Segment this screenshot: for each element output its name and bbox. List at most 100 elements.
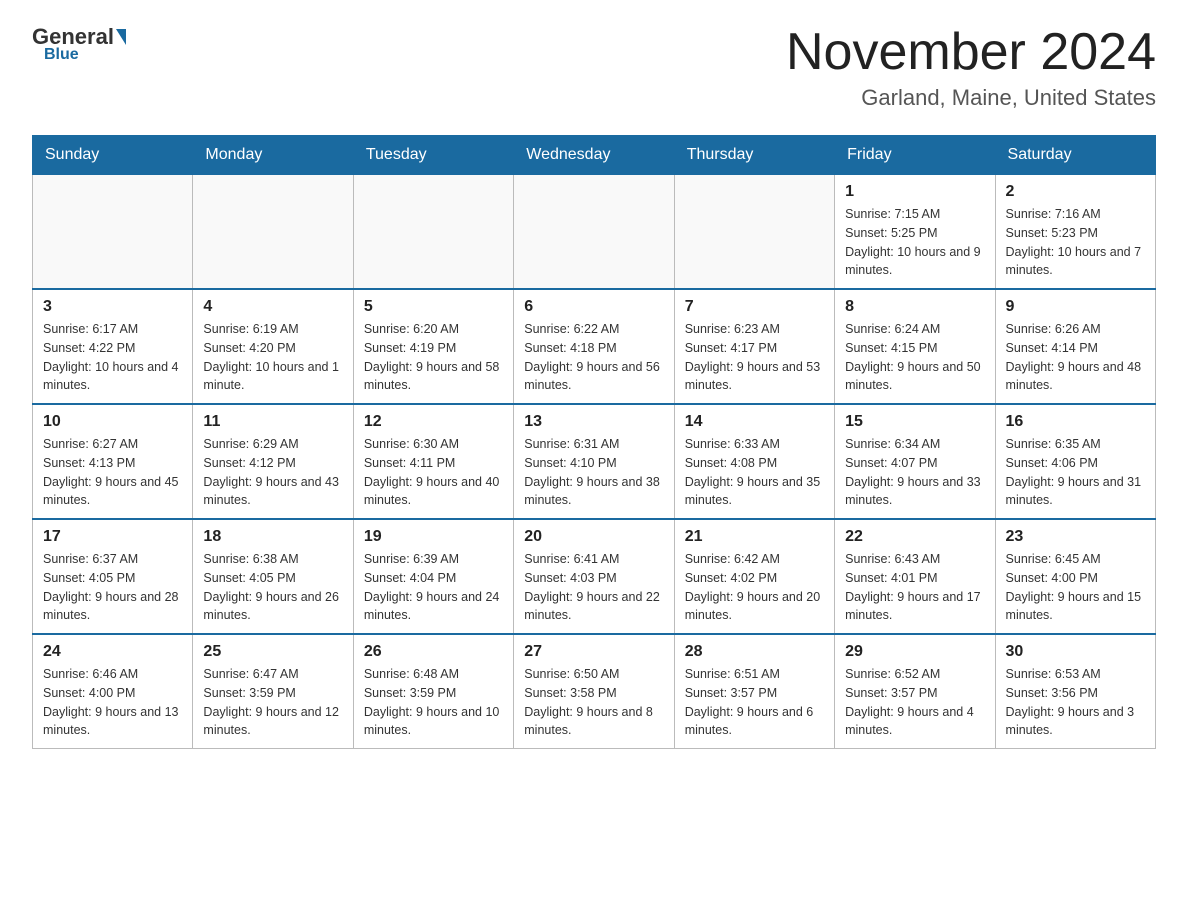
calendar-header-wednesday: Wednesday — [514, 136, 674, 175]
calendar-header-thursday: Thursday — [674, 136, 834, 175]
calendar-cell: 3 Sunrise: 6:17 AMSunset: 4:22 PMDaylight… — [33, 289, 193, 404]
day-number: 22 — [845, 528, 984, 546]
logo: General Blue — [32, 24, 128, 64]
calendar-cell: 18 Sunrise: 6:38 AMSunset: 4:05 PMDayligh… — [193, 519, 353, 634]
day-info: Sunrise: 6:17 AMSunset: 4:22 PMDaylight:… — [43, 320, 182, 395]
calendar-cell: 7 Sunrise: 6:23 AMSunset: 4:17 PMDaylight… — [674, 289, 834, 404]
calendar-cell — [353, 175, 513, 290]
day-info: Sunrise: 6:42 AMSunset: 4:02 PMDaylight:… — [685, 550, 824, 625]
day-number: 15 — [845, 413, 984, 431]
day-info: Sunrise: 6:51 AMSunset: 3:57 PMDaylight:… — [685, 665, 824, 740]
day-number: 7 — [685, 298, 824, 316]
calendar-cell: 22 Sunrise: 6:43 AMSunset: 4:01 PMDayligh… — [835, 519, 995, 634]
day-number: 20 — [524, 528, 663, 546]
calendar-cell: 21 Sunrise: 6:42 AMSunset: 4:02 PMDayligh… — [674, 519, 834, 634]
day-number: 5 — [364, 298, 503, 316]
day-number: 12 — [364, 413, 503, 431]
day-number: 28 — [685, 643, 824, 661]
logo-arrow-icon — [116, 29, 126, 45]
calendar-cell: 5 Sunrise: 6:20 AMSunset: 4:19 PMDaylight… — [353, 289, 513, 404]
calendar-cell — [514, 175, 674, 290]
calendar-cell: 14Sunrise: 6:33 AMSunset: 4:08 PMDayligh… — [674, 404, 834, 519]
day-number: 9 — [1006, 298, 1145, 316]
calendar-cell: 30 Sunrise: 6:53 AMSunset: 3:56 PMDayligh… — [995, 634, 1155, 749]
day-info: Sunrise: 6:31 AMSunset: 4:10 PMDaylight:… — [524, 435, 663, 510]
calendar-cell: 28 Sunrise: 6:51 AMSunset: 3:57 PMDayligh… — [674, 634, 834, 749]
day-number: 26 — [364, 643, 503, 661]
day-number: 21 — [685, 528, 824, 546]
day-info: Sunrise: 6:48 AMSunset: 3:59 PMDaylight:… — [364, 665, 503, 740]
day-info: Sunrise: 6:38 AMSunset: 4:05 PMDaylight:… — [203, 550, 342, 625]
calendar-cell: 29 Sunrise: 6:52 AMSunset: 3:57 PMDayligh… — [835, 634, 995, 749]
calendar-cell: 13 Sunrise: 6:31 AMSunset: 4:10 PMDayligh… — [514, 404, 674, 519]
calendar-cell: 4 Sunrise: 6:19 AMSunset: 4:20 PMDaylight… — [193, 289, 353, 404]
day-number: 25 — [203, 643, 342, 661]
day-info: Sunrise: 6:35 AMSunset: 4:06 PMDaylight:… — [1006, 435, 1145, 510]
day-number: 23 — [1006, 528, 1145, 546]
month-title: November 2024 — [786, 24, 1156, 81]
day-number: 4 — [203, 298, 342, 316]
day-info: Sunrise: 6:43 AMSunset: 4:01 PMDaylight:… — [845, 550, 984, 625]
day-info: Sunrise: 7:16 AMSunset: 5:23 PMDaylight:… — [1006, 205, 1145, 280]
day-info: Sunrise: 6:45 AMSunset: 4:00 PMDaylight:… — [1006, 550, 1145, 625]
day-number: 29 — [845, 643, 984, 661]
day-info: Sunrise: 6:34 AMSunset: 4:07 PMDaylight:… — [845, 435, 984, 510]
calendar-cell: 11 Sunrise: 6:29 AMSunset: 4:12 PMDayligh… — [193, 404, 353, 519]
calendar-header-tuesday: Tuesday — [353, 136, 513, 175]
calendar-cell: 27 Sunrise: 6:50 AMSunset: 3:58 PMDayligh… — [514, 634, 674, 749]
day-info: Sunrise: 6:23 AMSunset: 4:17 PMDaylight:… — [685, 320, 824, 395]
day-info: Sunrise: 6:29 AMSunset: 4:12 PMDaylight:… — [203, 435, 342, 510]
day-number: 30 — [1006, 643, 1145, 661]
day-number: 17 — [43, 528, 182, 546]
calendar-cell: 17 Sunrise: 6:37 AMSunset: 4:05 PMDayligh… — [33, 519, 193, 634]
day-number: 2 — [1006, 183, 1145, 201]
day-number: 18 — [203, 528, 342, 546]
day-info: Sunrise: 6:50 AMSunset: 3:58 PMDaylight:… — [524, 665, 663, 740]
day-number: 16 — [1006, 413, 1145, 431]
calendar-cell: 9 Sunrise: 6:26 AMSunset: 4:14 PMDaylight… — [995, 289, 1155, 404]
day-info: Sunrise: 6:46 AMSunset: 4:00 PMDaylight:… — [43, 665, 182, 740]
day-info: Sunrise: 6:39 AMSunset: 4:04 PMDaylight:… — [364, 550, 503, 625]
day-number: 24 — [43, 643, 182, 661]
calendar-header-saturday: Saturday — [995, 136, 1155, 175]
day-info: Sunrise: 6:27 AMSunset: 4:13 PMDaylight:… — [43, 435, 182, 510]
calendar-cell: 15 Sunrise: 6:34 AMSunset: 4:07 PMDayligh… — [835, 404, 995, 519]
header: General Blue November 2024 Garland, Main… — [32, 24, 1156, 111]
day-number: 13 — [524, 413, 663, 431]
day-info: Sunrise: 7:15 AMSunset: 5:25 PMDaylight:… — [845, 205, 984, 280]
calendar-cell: 19 Sunrise: 6:39 AMSunset: 4:04 PMDayligh… — [353, 519, 513, 634]
calendar-header-row: SundayMondayTuesdayWednesdayThursdayFrid… — [33, 136, 1156, 175]
day-number: 11 — [203, 413, 342, 431]
day-info: Sunrise: 6:30 AMSunset: 4:11 PMDaylight:… — [364, 435, 503, 510]
calendar-cell: 8Sunrise: 6:24 AMSunset: 4:15 PMDaylight… — [835, 289, 995, 404]
day-info: Sunrise: 6:47 AMSunset: 3:59 PMDaylight:… — [203, 665, 342, 740]
calendar-cell: 1Sunrise: 7:15 AMSunset: 5:25 PMDaylight… — [835, 175, 995, 290]
calendar-cell: 10 Sunrise: 6:27 AMSunset: 4:13 PMDayligh… — [33, 404, 193, 519]
calendar-cell: 24 Sunrise: 6:46 AMSunset: 4:00 PMDayligh… — [33, 634, 193, 749]
day-number: 3 — [43, 298, 182, 316]
day-info: Sunrise: 6:53 AMSunset: 3:56 PMDaylight:… — [1006, 665, 1145, 740]
day-info: Sunrise: 6:20 AMSunset: 4:19 PMDaylight:… — [364, 320, 503, 395]
day-number: 8 — [845, 298, 984, 316]
calendar-cell: 25 Sunrise: 6:47 AMSunset: 3:59 PMDayligh… — [193, 634, 353, 749]
calendar-cell: 2 Sunrise: 7:16 AMSunset: 5:23 PMDaylight… — [995, 175, 1155, 290]
day-number: 10 — [43, 413, 182, 431]
day-info: Sunrise: 6:19 AMSunset: 4:20 PMDaylight:… — [203, 320, 342, 395]
calendar-cell — [674, 175, 834, 290]
calendar-cell: 12 Sunrise: 6:30 AMSunset: 4:11 PMDayligh… — [353, 404, 513, 519]
day-number: 19 — [364, 528, 503, 546]
day-info: Sunrise: 6:52 AMSunset: 3:57 PMDaylight:… — [845, 665, 984, 740]
logo-blue-text: Blue — [44, 46, 79, 64]
calendar-cell: 23 Sunrise: 6:45 AMSunset: 4:00 PMDayligh… — [995, 519, 1155, 634]
day-number: 14 — [685, 413, 824, 431]
calendar-header-friday: Friday — [835, 136, 995, 175]
calendar: SundayMondayTuesdayWednesdayThursdayFrid… — [32, 135, 1156, 749]
day-info: Sunrise: 6:37 AMSunset: 4:05 PMDaylight:… — [43, 550, 182, 625]
calendar-cell — [33, 175, 193, 290]
day-number: 27 — [524, 643, 663, 661]
calendar-cell: 6Sunrise: 6:22 AMSunset: 4:18 PMDaylight… — [514, 289, 674, 404]
title-area: November 2024 Garland, Maine, United Sta… — [786, 24, 1156, 111]
calendar-cell — [193, 175, 353, 290]
day-info: Sunrise: 6:26 AMSunset: 4:14 PMDaylight:… — [1006, 320, 1145, 395]
day-info: Sunrise: 6:22 AMSunset: 4:18 PMDaylight:… — [524, 320, 663, 395]
